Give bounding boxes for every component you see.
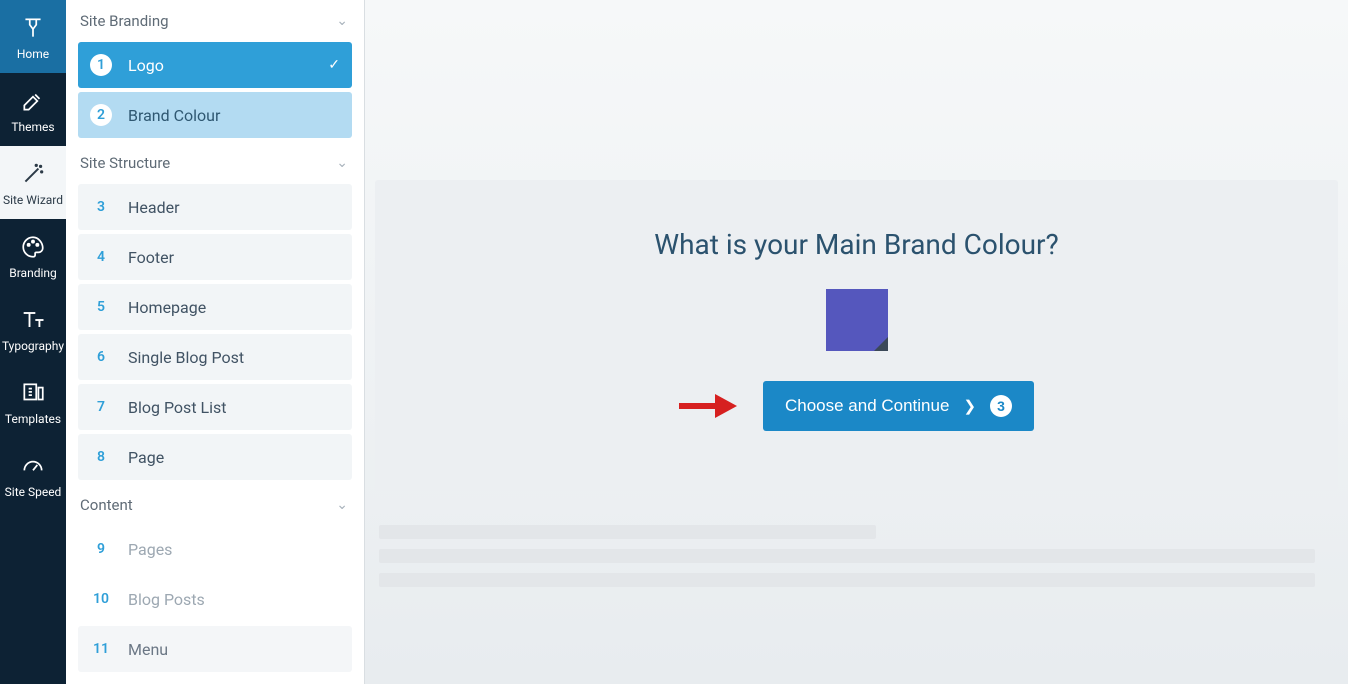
step-label: Brand Colour — [128, 106, 340, 125]
step-number: 8 — [90, 446, 112, 468]
action-row: Choose and Continue ❯ 3 — [375, 381, 1338, 431]
themes-icon — [19, 87, 47, 115]
nav-label: Site Wizard — [3, 193, 63, 207]
step-number: 9 — [90, 538, 112, 560]
step-header[interactable]: 3 Header — [78, 184, 352, 230]
step-number: 2 — [90, 104, 112, 126]
step-label: Footer — [128, 248, 340, 267]
section-site-structure[interactable]: Site Structure ⌄ — [66, 142, 364, 184]
step-label: Logo — [128, 56, 312, 75]
templates-icon — [19, 379, 47, 407]
cta-label: Choose and Continue — [785, 396, 949, 416]
step-label: Pages — [128, 540, 340, 559]
chevron-down-icon: ⌄ — [336, 13, 348, 29]
nav-label: Branding — [9, 266, 57, 280]
step-page[interactable]: 8 Page — [78, 434, 352, 480]
home-icon — [19, 14, 47, 42]
section-content[interactable]: Content ⌄ — [66, 484, 364, 526]
step-label: Blog Post List — [128, 398, 340, 417]
step-number: 1 — [90, 54, 112, 76]
nav-label: Typography — [2, 339, 64, 353]
step-homepage[interactable]: 5 Homepage — [78, 284, 352, 330]
step-single-blog-post[interactable]: 6 Single Blog Post — [78, 334, 352, 380]
cta-step-badge: 3 — [990, 395, 1012, 417]
section-title: Site Structure — [80, 154, 170, 172]
step-brand-colour[interactable]: 2 Brand Colour — [78, 92, 352, 138]
step-number: 11 — [90, 638, 112, 660]
step-number: 3 — [90, 196, 112, 218]
step-label: Header — [128, 198, 340, 217]
nav-branding[interactable]: Branding — [0, 219, 66, 292]
nav-label: Themes — [11, 120, 54, 134]
step-label: Blog Posts — [128, 590, 340, 609]
page-title: What is your Main Brand Colour? — [375, 228, 1338, 261]
nav-templates[interactable]: Templates — [0, 365, 66, 438]
section-title: Site Branding — [80, 12, 169, 30]
step-footer[interactable]: 4 Footer — [78, 234, 352, 280]
step-logo[interactable]: 1 Logo ✓ — [78, 42, 352, 88]
nav-rail: Home Themes Site Wizard Branding — [0, 0, 66, 684]
chevron-down-icon: ⌄ — [336, 497, 348, 513]
step-number: 5 — [90, 296, 112, 318]
step-label: Page — [128, 448, 340, 467]
nav-site-speed[interactable]: Site Speed — [0, 438, 66, 511]
step-number: 4 — [90, 246, 112, 268]
nav-label: Templates — [5, 412, 61, 426]
section-title: Content — [80, 496, 133, 514]
check-icon: ✓ — [328, 57, 340, 73]
chevron-down-icon: ⌄ — [336, 155, 348, 171]
main-panel: What is your Main Brand Colour? Choose a… — [365, 0, 1348, 684]
arrow-annotation-icon — [679, 394, 737, 418]
nav-site-wizard[interactable]: Site Wizard — [0, 146, 66, 219]
wizard-sidebar: Site Branding ⌄ 1 Logo ✓ 2 Brand Colour … — [66, 0, 365, 684]
wand-icon — [19, 160, 47, 188]
nav-label: Site Speed — [5, 485, 62, 499]
palette-icon — [19, 233, 47, 261]
choose-continue-button[interactable]: Choose and Continue ❯ 3 — [763, 381, 1034, 431]
step-blog-posts[interactable]: 10 Blog Posts — [78, 576, 352, 622]
step-label: Menu — [128, 640, 340, 659]
chevron-right-icon: ❯ — [963, 397, 976, 415]
step-pages[interactable]: 9 Pages — [78, 526, 352, 572]
nav-typography[interactable]: Typography — [0, 292, 66, 365]
step-label: Single Blog Post — [128, 348, 340, 367]
color-swatch[interactable] — [826, 289, 888, 351]
section-site-branding[interactable]: Site Branding ⌄ — [66, 0, 364, 42]
speed-icon — [19, 452, 47, 480]
step-blog-post-list[interactable]: 7 Blog Post List — [78, 384, 352, 430]
nav-home[interactable]: Home — [0, 0, 66, 73]
swatch-wrapper — [375, 289, 1338, 351]
nav-label: Home — [17, 47, 49, 61]
nav-themes[interactable]: Themes — [0, 73, 66, 146]
step-number: 7 — [90, 396, 112, 418]
step-number: 6 — [90, 346, 112, 368]
brand-colour-card: What is your Main Brand Colour? Choose a… — [375, 180, 1338, 491]
step-menu[interactable]: 11 Menu — [78, 626, 352, 672]
step-label: Homepage — [128, 298, 340, 317]
skeleton-placeholder — [379, 525, 1334, 587]
typography-icon — [19, 306, 47, 334]
step-number: 10 — [90, 588, 112, 610]
